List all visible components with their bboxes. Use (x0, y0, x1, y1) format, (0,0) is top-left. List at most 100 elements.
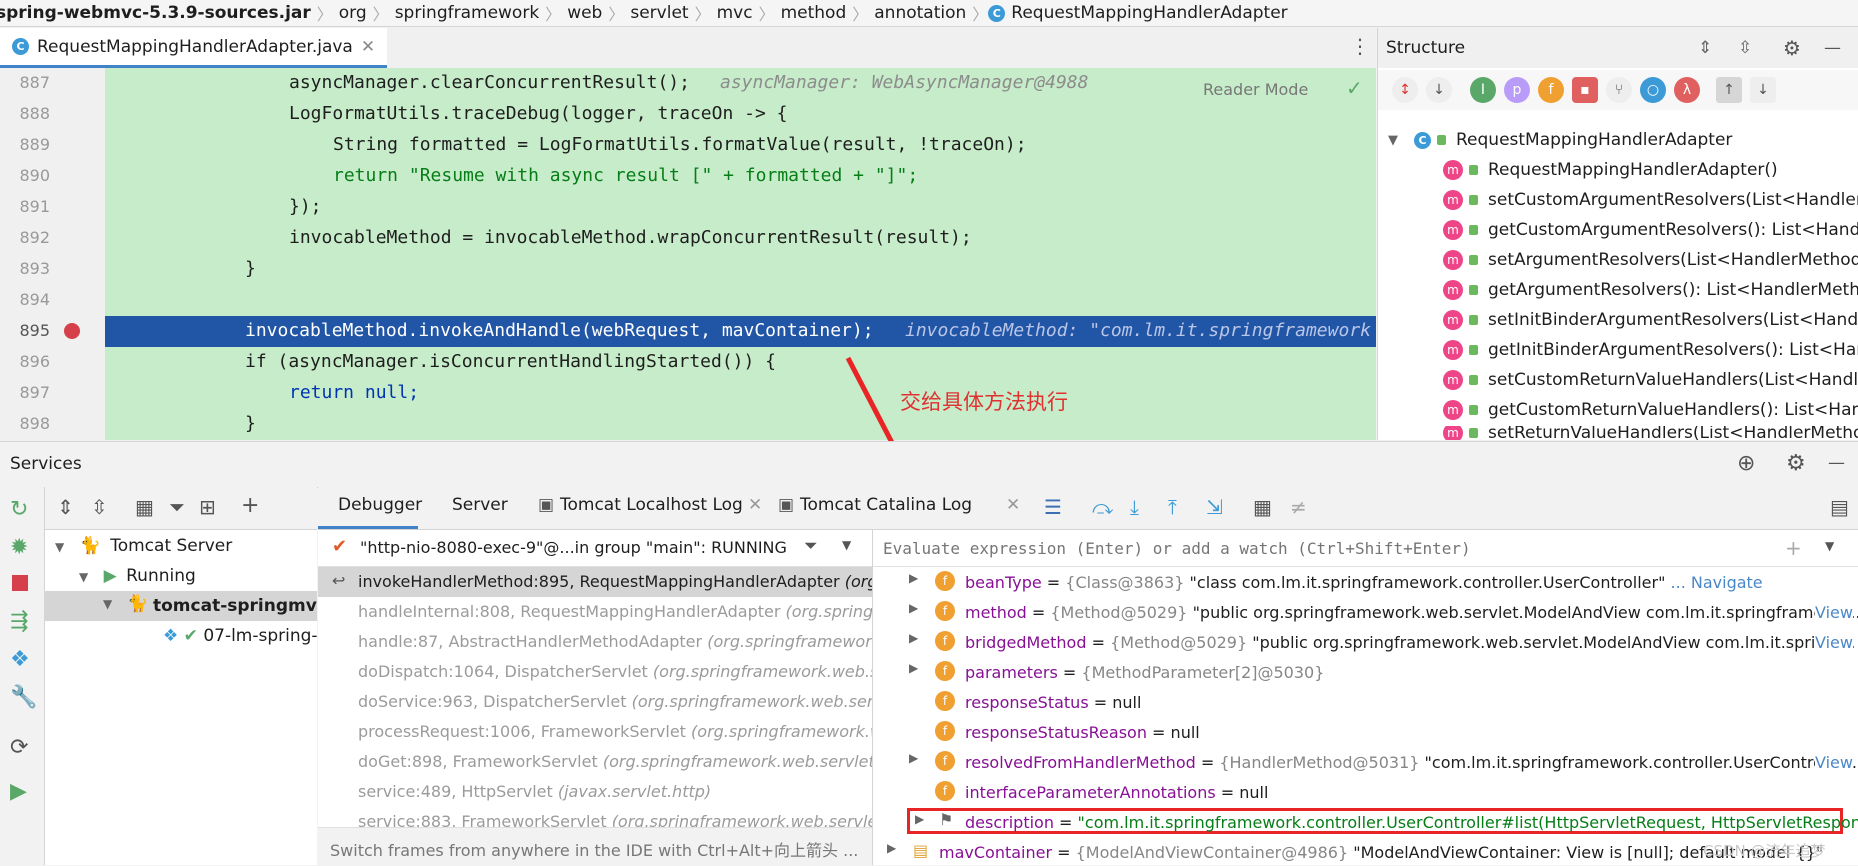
structure-item[interactable]: m setCustomArgumentResolvers(List<Handler… (1443, 186, 1858, 214)
expand-all-icon[interactable]: ⇕ (1698, 38, 1712, 58)
non-public-icon[interactable]: ▪ (1572, 77, 1598, 103)
chevron-right-icon[interactable]: ▶ (915, 812, 924, 826)
frame-row[interactable]: ↩ invokeHandlerMethod:895, RequestMappin… (318, 567, 872, 597)
collapse-all-icon[interactable]: ⇳ (1738, 38, 1752, 58)
wrench-icon[interactable]: 🔧 (10, 685, 37, 710)
chevron-down-icon[interactable]: ▼ (1825, 539, 1834, 553)
group-icon[interactable]: ▦ (135, 495, 154, 519)
step-out-icon[interactable]: ⤒ (1168, 495, 1177, 519)
filter-icon[interactable]: ⏷ (169, 495, 185, 519)
step-into-icon[interactable]: ⤓ (1130, 495, 1139, 519)
frame-row[interactable]: processRequest:1006, FrameworkServlet (o… (318, 717, 872, 747)
filter-icon[interactable]: ⏷ (804, 536, 818, 556)
view-link[interactable]: View (1815, 753, 1853, 772)
add-icon[interactable]: + (241, 493, 259, 518)
artifact-icon[interactable]: ❖ (10, 647, 30, 672)
chevron-right-icon[interactable]: ▶ (909, 601, 918, 615)
anonymous-icon[interactable]: ○ (1640, 77, 1666, 103)
structure-item[interactable]: m setReturnValueHandlers(List<HandlerMeth… (1443, 426, 1858, 440)
tree-item-artifact[interactable]: ❖ ✔ 07-lm-spring- (163, 626, 318, 646)
chevron-down-icon[interactable]: ▼ (55, 540, 64, 554)
frame-row[interactable]: doGet:898, FrameworkServlet (org.springf… (318, 747, 872, 777)
variable-row[interactable]: f responseStatusReason = null (873, 717, 1858, 747)
debug-icon[interactable]: ✹ (10, 535, 28, 560)
structure-item[interactable]: m getInitBinderArgumentResolvers(): List<… (1443, 336, 1858, 364)
gear-icon[interactable]: ⚙ (1786, 451, 1806, 476)
view-link[interactable]: View (1815, 633, 1853, 652)
tab-tomcat-catalina-log[interactable]: Tomcat Catalina Log (800, 495, 972, 515)
trace-icon[interactable]: ≠ (1290, 495, 1307, 519)
layout-icon[interactable]: ▤ (1830, 495, 1849, 519)
chevron-right-icon[interactable]: ▶ (909, 571, 918, 585)
chevron-down-icon[interactable]: ▼ (79, 570, 88, 584)
variable-row[interactable]: ▶ f parameters = {MethodParameter[2]@503… (873, 657, 1858, 687)
variable-row[interactable]: ▶ f method = {Method@5029} "public org.s… (873, 597, 1858, 627)
chevron-right-icon[interactable]: ▶ (909, 661, 918, 675)
structure-item[interactable]: m getArgumentResolvers(): List<HandlerMet… (1443, 276, 1858, 304)
threads-icon[interactable]: ☰ (1044, 495, 1062, 519)
frame-row[interactable]: handle:87, AbstractHandlerMethodAdapter … (318, 627, 872, 657)
close-icon[interactable]: ✕ (1006, 495, 1020, 515)
run-to-cursor-icon[interactable]: ⇲ (1206, 495, 1223, 519)
chevron-down-icon[interactable]: ▼ (103, 597, 112, 611)
stop-icon[interactable] (12, 575, 28, 591)
properties-icon[interactable]: p (1504, 77, 1530, 103)
deploy-icon[interactable]: ⇶ (10, 609, 28, 634)
frame-row[interactable]: service:489, HttpServlet (javax.servlet.… (318, 777, 872, 807)
structure-item[interactable]: m setInitBinderArgumentResolvers(List<Han… (1443, 306, 1858, 334)
variable-row[interactable]: ▶ f bridgedMethod = {Method@5029} "publi… (873, 627, 1858, 657)
refresh-icon[interactable]: ⟳ (10, 735, 28, 760)
chevron-down-icon[interactable]: ▼ (842, 538, 851, 552)
chevron-right-icon[interactable]: ▶ (909, 631, 918, 645)
structure-root[interactable]: ▼ C RequestMappingHandlerAdapter (1388, 126, 1732, 154)
new-tab-icon[interactable]: ⊞ (199, 495, 216, 519)
autoscroll-to-source-icon[interactable]: ↑ (1716, 77, 1742, 103)
expand-all-icon[interactable]: ⇕ (57, 495, 74, 519)
frame-row[interactable]: service:883, FrameworkServlet (org.sprin… (318, 807, 872, 827)
rerun-icon[interactable]: ↻ (10, 497, 28, 522)
step-over-icon[interactable]: ⤼ (1092, 495, 1113, 519)
sort-visibility-icon[interactable]: ↕ (1392, 77, 1418, 103)
structure-item[interactable]: m setArgumentResolvers(List<HandlerMethod… (1443, 246, 1858, 274)
tab-tomcat-localhost-log[interactable]: Tomcat Localhost Log (560, 495, 743, 515)
minimize-icon[interactable]: — (1824, 38, 1841, 58)
add-watch-icon[interactable]: + (1785, 536, 1802, 560)
view-link[interactable]: View (1815, 603, 1853, 622)
resume-icon[interactable]: ▶ (10, 779, 27, 804)
chevron-right-icon[interactable]: ▶ (887, 841, 896, 855)
evaluate-icon[interactable]: ▦ (1253, 495, 1272, 519)
watch-input[interactable] (881, 536, 1745, 560)
variable-row[interactable]: ▶ f resolvedFromHandlerMethod = {Handler… (873, 747, 1858, 777)
structure-item[interactable]: m setCustomReturnValueHandlers(List<Handl… (1443, 366, 1858, 394)
tree-item-tomcat-server[interactable]: ▼ 🐈 Tomcat Server (55, 536, 232, 556)
frame-row[interactable]: doDispatch:1064, DispatcherServlet (org.… (318, 657, 872, 687)
structure-item[interactable]: m RequestMappingHandlerAdapter() (1443, 156, 1778, 184)
variable-row[interactable]: ▶ f beanType = {Class@3863} "class com.l… (873, 567, 1858, 597)
sort-alpha-icon[interactable]: ↓ (1426, 77, 1452, 103)
tab-server[interactable]: Server (452, 495, 508, 515)
variable-row[interactable]: f interfaceParameterAnnotations = null (873, 777, 1858, 807)
tree-item-tomcat-springmvc[interactable]: ▼ 🐈 tomcat-springmvc (45, 591, 317, 621)
tree-item-running[interactable]: ▼ ▶ Running (79, 566, 196, 586)
inherited-icon[interactable]: I (1470, 77, 1496, 103)
thread-selector[interactable]: ✔ "http-nio-8080-exec-9"@...in group "ma… (318, 530, 872, 567)
chevron-right-icon[interactable]: ▶ (909, 751, 918, 765)
structure-item[interactable]: m getCustomArgumentResolvers(): List<Hand… (1443, 216, 1858, 244)
target-icon[interactable]: ⊕ (1737, 451, 1755, 476)
gear-icon[interactable]: ⚙ (1783, 36, 1801, 60)
navigate-link[interactable]: ... Navigate (1671, 573, 1763, 592)
frame-row[interactable]: doService:963, DispatcherServlet (org.sp… (318, 687, 872, 717)
minimize-icon[interactable]: — (1828, 453, 1845, 473)
tab-debugger[interactable]: Debugger (318, 487, 422, 529)
variable-row[interactable]: f responseStatus = null (873, 687, 1858, 717)
collapse-all-icon[interactable]: ⇳ (91, 495, 108, 519)
variable-row-description[interactable]: ▶ ⚑ description = "com.lm.it.springframe… (873, 807, 1858, 837)
frame-row[interactable]: handleInternal:808, RequestMappingHandle… (318, 597, 872, 627)
structure-item[interactable]: m getCustomReturnValueHandlers(): List<Ha… (1443, 396, 1858, 424)
hierarchy-icon[interactable]: ⑂ (1606, 77, 1632, 103)
lambda-icon[interactable]: λ (1674, 77, 1700, 103)
close-icon[interactable]: ✕ (748, 495, 762, 515)
chevron-down-icon[interactable]: ▼ (1388, 133, 1398, 148)
autoscroll-from-source-icon[interactable]: ↓ (1750, 77, 1776, 103)
fields-icon[interactable]: f (1538, 77, 1564, 103)
